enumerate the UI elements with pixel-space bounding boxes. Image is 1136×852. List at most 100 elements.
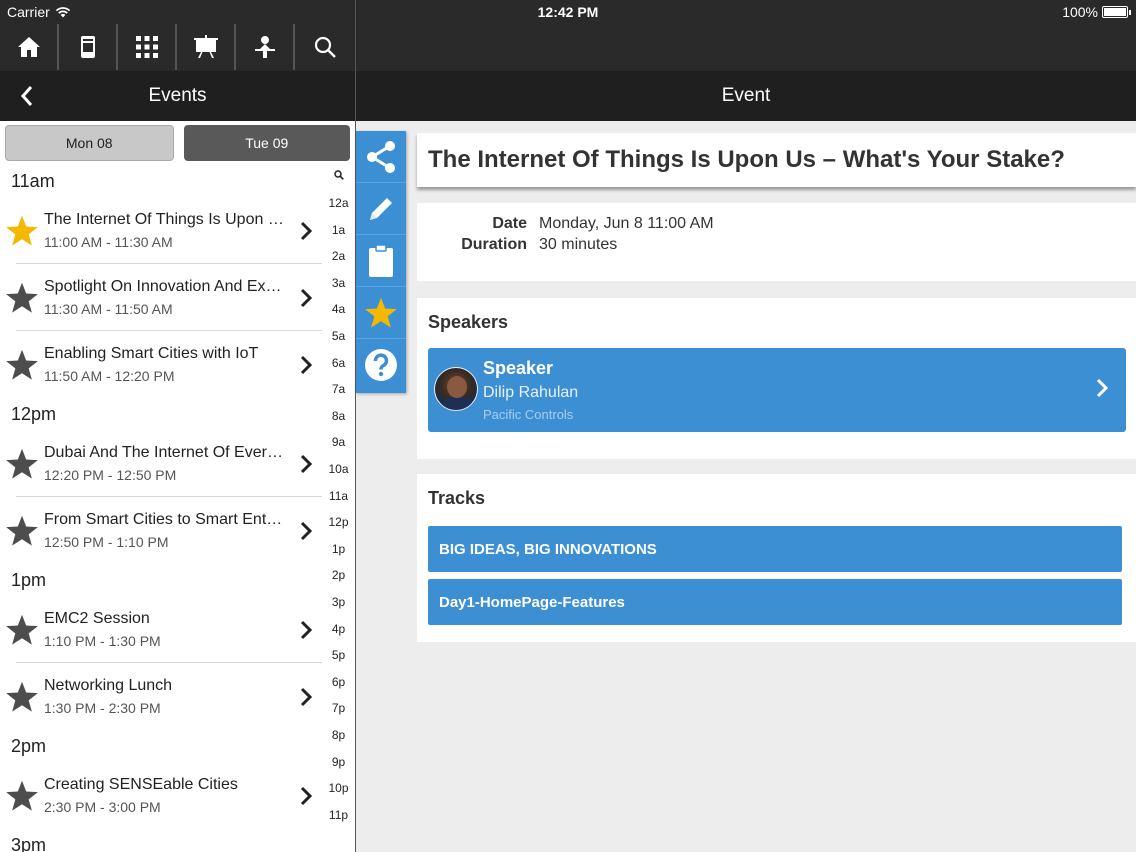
index-entry[interactable]: 5a — [322, 329, 355, 343]
clipboard-icon — [369, 243, 393, 277]
event-time: 2:30 PM - 3:00 PM — [44, 799, 161, 815]
home-icon — [17, 37, 40, 57]
index-entry[interactable]: 4p — [322, 622, 355, 636]
index-entry[interactable]: 8p — [322, 728, 355, 742]
event-title: The Internet Of Things Is Upon Us – What… — [44, 211, 289, 228]
list-item[interactable]: Dubai And The Internet Of Everything 12:… — [0, 430, 322, 497]
date-label: Date — [492, 215, 527, 232]
grid-icon — [135, 36, 158, 58]
index-entry[interactable]: 9p — [322, 755, 355, 769]
share-button[interactable] — [356, 131, 406, 183]
list-item[interactable]: EMC2 Session 1:10 PM - 1:30 PM — [0, 596, 322, 663]
index-entry[interactable]: 5p — [322, 648, 355, 662]
hour-header: 2pm — [0, 730, 322, 762]
index-entry[interactable]: 12p — [322, 515, 355, 529]
main-toolbar — [0, 24, 355, 70]
home-button[interactable] — [0, 24, 59, 70]
time-index[interactable]: 12a 1a 2a 3a 4a 5a 6a 7a 8a 9a 10a 11a 12p 1p 2p 3p 4p 5p… — [322, 165, 355, 852]
track-button[interactable]: BIG IDEAS, BIG INNOVATIONS — [428, 526, 1122, 572]
event-title: Creating SENSEable Cities — [44, 776, 238, 793]
hour-header: 11am — [0, 165, 322, 197]
favorite-star-icon[interactable] — [0, 681, 44, 713]
event-time: 11:00 AM - 11:30 AM — [44, 234, 173, 250]
index-entry[interactable]: 2a — [322, 249, 355, 263]
index-entry[interactable]: 11a — [322, 489, 355, 503]
speakers-card: Speakers Speaker Dilip Rahulan Pacific C… — [417, 298, 1136, 459]
hour-header: 1pm — [0, 564, 322, 596]
index-entry[interactable]: 1a — [322, 223, 355, 237]
index-entry[interactable]: 6a — [322, 356, 355, 370]
favorite-star-icon[interactable] — [0, 349, 44, 381]
index-entry[interactable]: 8a — [322, 409, 355, 423]
favorite-button[interactable] — [356, 287, 406, 339]
list-item[interactable]: The Internet Of Things Is Upon Us – What… — [0, 197, 322, 264]
favorite-star-icon[interactable] — [0, 614, 44, 646]
list-item[interactable]: From Smart Cities to Smart Enterprises 1… — [0, 497, 322, 564]
exhibitor-icon — [254, 36, 275, 58]
tracks-card: Tracks BIG IDEAS, BIG INNOVATIONS Day1-H… — [417, 474, 1136, 642]
battery-icon — [1102, 6, 1131, 18]
event-list: 11am The Internet Of Things Is Upon Us –… — [0, 165, 322, 852]
day-tabs: Mon 08 Tue 09 — [0, 121, 355, 165]
chevron-right-icon — [290, 687, 322, 707]
index-entry[interactable]: 9a — [322, 435, 355, 449]
favorite-star-icon[interactable] — [0, 448, 44, 480]
event-nav-title: Event — [721, 85, 771, 106]
event-info-card: Date Monday, Jun 8 11:00 AM Duration 30 … — [417, 203, 1136, 281]
tab-mon-08[interactable]: Mon 08 — [5, 125, 174, 161]
favorite-star-icon[interactable] — [0, 282, 44, 314]
index-entry[interactable]: 3p — [322, 595, 355, 609]
chevron-right-icon — [290, 288, 322, 308]
event-time: 1:10 PM - 1:30 PM — [44, 633, 161, 649]
edit-button[interactable] — [356, 183, 406, 235]
index-entry[interactable]: 7a — [322, 382, 355, 396]
speaker-organization: Pacific Controls — [483, 407, 574, 422]
events-title: Events — [148, 85, 207, 106]
list-item[interactable]: Networking Lunch 1:30 PM - 2:30 PM — [0, 663, 322, 730]
event-time: 11:30 AM - 11:50 AM — [44, 301, 173, 317]
date-value: Monday, Jun 8 11:00 AM — [539, 215, 714, 232]
help-button[interactable] — [356, 339, 406, 391]
list-item[interactable]: Enabling Smart Cities with IoT 11:50 AM … — [0, 331, 322, 398]
chevron-right-icon — [290, 221, 322, 241]
tab-tue-09[interactable]: Tue 09 — [183, 125, 350, 161]
index-entry[interactable]: 4a — [322, 302, 355, 316]
chevron-right-icon — [290, 355, 322, 375]
index-entry[interactable]: 7p — [322, 701, 355, 715]
hour-header: 3pm — [0, 829, 322, 852]
presentation-icon — [193, 35, 218, 58]
index-entry[interactable]: 12a — [322, 196, 355, 210]
index-entry[interactable]: 1p — [322, 542, 355, 556]
speakers-heading: Speakers — [428, 312, 509, 332]
index-entry[interactable]: 6p — [322, 675, 355, 689]
favorite-star-icon[interactable] — [0, 780, 44, 812]
list-item[interactable]: Spotlight On Innovation And Excellence 1… — [0, 264, 322, 331]
notes-button[interactable] — [356, 235, 406, 287]
favorite-star-icon[interactable] — [0, 215, 44, 247]
tracks-heading: Tracks — [428, 488, 486, 508]
list-item[interactable]: Creating SENSEable Cities 2:30 PM - 3:00… — [0, 762, 322, 829]
index-entry[interactable]: 10p — [322, 781, 355, 795]
exhibitor-button[interactable] — [236, 24, 295, 70]
index-entry[interactable]: 2p — [322, 568, 355, 582]
search-icon — [314, 36, 336, 58]
index-entry[interactable]: 11p — [322, 808, 355, 822]
device-button[interactable] — [59, 24, 118, 70]
grid-button[interactable] — [118, 24, 177, 70]
speaker-name: Dilip Rahulan — [483, 384, 579, 401]
track-button[interactable]: Day1-HomePage-Features — [428, 579, 1122, 625]
index-entry[interactable]: 3a — [322, 276, 355, 290]
event-time: 1:30 PM - 2:30 PM — [44, 700, 161, 716]
presentation-button[interactable] — [177, 24, 236, 70]
duration-value: 30 minutes — [539, 236, 618, 253]
chevron-right-icon — [1096, 378, 1109, 403]
index-search[interactable] — [322, 169, 355, 183]
back-button[interactable] — [14, 83, 40, 109]
event-title: From Smart Cities to Smart Enterprises — [44, 511, 289, 528]
speaker-button[interactable]: Speaker Dilip Rahulan Pacific Controls — [428, 348, 1126, 432]
search-button[interactable] — [295, 24, 354, 70]
favorite-star-icon[interactable] — [0, 515, 44, 547]
index-entry[interactable]: 10a — [322, 462, 355, 476]
event-detail-pane: The Internet Of Things Is Upon Us – What… — [356, 121, 1136, 852]
clock: 12:42 PM — [537, 4, 599, 20]
